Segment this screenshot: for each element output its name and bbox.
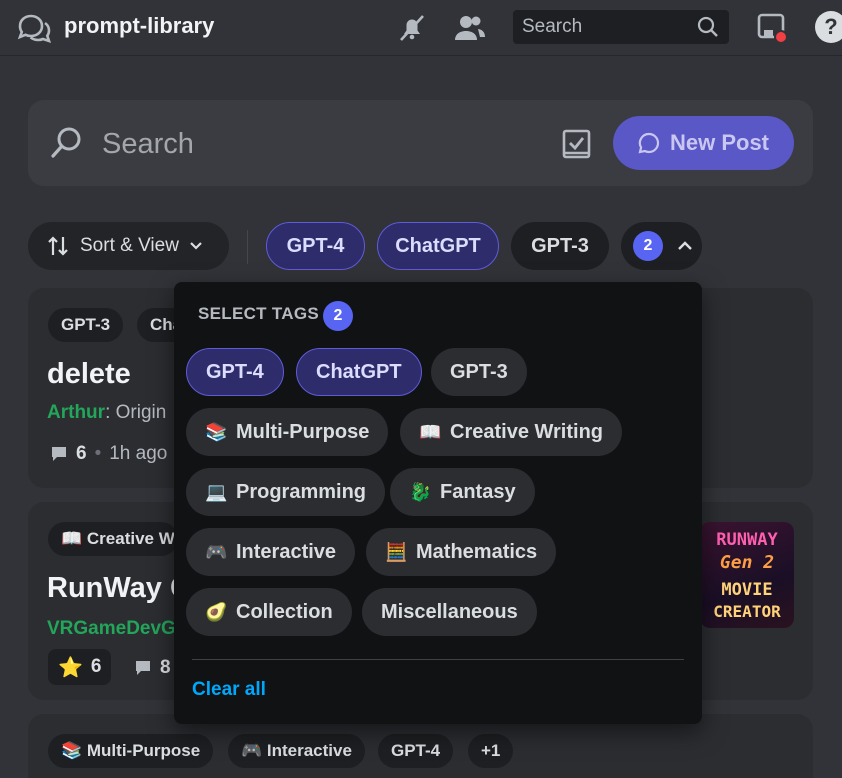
dropdown-tag-gpt3[interactable]: GPT-3 <box>431 348 527 396</box>
dropdown-tag-gpt4[interactable]: GPT-4 <box>186 348 284 396</box>
forum-channel-icon <box>17 14 52 44</box>
dropdown-tag-mathematics[interactable]: 🧮 Mathematics <box>366 528 557 576</box>
tag-label: Multi-Purpose <box>236 420 370 443</box>
dropdown-tag-interactive[interactable]: 🎮 Interactive <box>186 528 356 576</box>
tag-label: Programming <box>236 480 367 503</box>
filter-tag-gpt3[interactable]: GPT-3 <box>511 222 609 270</box>
new-post-button[interactable]: New Post <box>613 116 794 170</box>
clear-all-button[interactable]: Clear all <box>192 679 266 701</box>
abacus-icon: 🧮 <box>385 541 408 562</box>
filter-tag-chatgpt[interactable]: ChatGPT <box>377 222 499 270</box>
dropdown-tag-collection[interactable]: 🥑 Collection <box>186 588 352 636</box>
dropdown-tag-fantasy[interactable]: 🐉 Fantasy <box>390 468 535 516</box>
reaction-count: 6 <box>90 656 102 677</box>
select-tags-dropdown: SELECT TAGS 2 GPT-4 ChatGPT GPT-3 📚 Mult… <box>174 282 702 724</box>
new-post-label: New Post <box>669 130 770 155</box>
dropdown-tag-chatgpt[interactable]: ChatGPT <box>296 348 422 396</box>
members-icon[interactable] <box>453 12 487 44</box>
header-search-input[interactable]: Search <box>513 10 729 44</box>
post-meta: 8 <box>134 657 171 679</box>
header-search-placeholder: Search <box>522 16 583 37</box>
dropdown-tag-creative-writing[interactable]: 📖 Creative Writing <box>400 408 622 456</box>
comment-count: 6 <box>76 443 87 464</box>
post-title: RunWay G <box>47 572 193 604</box>
dropdown-tag-multi-purpose[interactable]: 📚 Multi-Purpose <box>186 408 389 456</box>
tag-label: Creative Writing <box>450 420 603 443</box>
tag-label: Fantasy <box>440 480 516 503</box>
open-book-icon: 📖 <box>419 421 442 442</box>
sort-arrows-icon <box>48 236 68 256</box>
thumbnail-text: CREATOR <box>713 602 781 621</box>
tag-label: Miscellaneous <box>381 600 518 623</box>
post-thumbnail[interactable]: RUNWAY Gen 2 MOVIE CREATOR <box>700 522 794 628</box>
dropdown-title: SELECT TAGS <box>198 304 320 323</box>
help-icon[interactable]: ? <box>815 11 842 43</box>
channel-name: prompt-library <box>64 13 215 38</box>
dragon-icon: 🐉 <box>409 481 432 502</box>
comment-icon <box>136 661 150 675</box>
sort-view-label: Sort & View <box>80 235 179 256</box>
tag-count-toggle[interactable]: 2 <box>621 222 702 270</box>
post-preview-line: Arthur: Origin <box>47 402 166 424</box>
thumbnail-text: MOVIE <box>721 580 773 600</box>
laptop-icon: 💻 <box>205 481 228 502</box>
inbox-icon[interactable] <box>755 12 789 44</box>
comment-count: 8 <box>160 657 171 678</box>
thumbnail-text: Gen 2 <box>719 552 775 573</box>
post-author: Arthur <box>47 402 106 423</box>
tag-label: GPT-4 <box>206 360 264 383</box>
post-title: delete <box>47 358 131 390</box>
reaction-star[interactable]: ⭐ 6 <box>48 649 112 685</box>
dropdown-divider <box>192 659 684 660</box>
notification-bell-muted-icon[interactable] <box>395 12 429 44</box>
post-guidelines-icon[interactable] <box>561 128 593 160</box>
filter-divider <box>247 230 248 264</box>
game-controller-icon: 🎮 <box>205 541 228 562</box>
filter-tag-gpt4[interactable]: GPT-4 <box>266 222 365 270</box>
dropdown-tag-miscellaneous[interactable]: Miscellaneous <box>362 588 537 636</box>
post-tag: GPT-4 <box>378 734 454 768</box>
avocado-icon: 🥑 <box>205 601 228 622</box>
dropdown-tag-programming[interactable]: 💻 Programming <box>186 468 386 516</box>
post-tag: GPT-3 <box>48 308 124 342</box>
post-tag: 📖 Creative W <box>48 522 178 556</box>
chevron-down-icon <box>190 242 202 250</box>
chat-bubble-icon <box>638 132 660 154</box>
post-meta: 6 • 1h ago <box>50 443 167 465</box>
sort-view-button[interactable]: Sort & View <box>28 222 229 270</box>
tag-label: ChatGPT <box>316 360 402 383</box>
star-emoji: ⭐ <box>58 656 83 679</box>
post-age: 1h ago <box>109 443 168 464</box>
post-preview: : Origin <box>105 402 167 423</box>
comment-icon <box>52 447 66 461</box>
post-tag: 📚 Multi-Purpose <box>48 734 214 768</box>
search-icon <box>697 16 718 37</box>
chevron-up-icon <box>678 241 692 250</box>
forum-search-placeholder: Search <box>102 128 194 160</box>
post-author: VRGameDevG <box>47 618 176 639</box>
dropdown-count-badge: 2 <box>323 301 353 331</box>
tag-label: GPT-3 <box>450 360 508 383</box>
tag-label: Mathematics <box>416 540 538 563</box>
post-tag: 🎮 Interactive <box>228 734 365 768</box>
search-icon <box>51 127 81 158</box>
channel-header: prompt-library Search ? <box>0 0 842 56</box>
post-tag: +1 <box>468 734 514 768</box>
thumbnail-text: RUNWAY <box>716 530 778 550</box>
books-icon: 📚 <box>205 421 228 442</box>
tag-label: Collection <box>236 600 333 623</box>
tag-label: Interactive <box>236 540 337 563</box>
selected-tag-count-badge: 2 <box>633 231 663 261</box>
meta-separator: • <box>94 443 102 464</box>
